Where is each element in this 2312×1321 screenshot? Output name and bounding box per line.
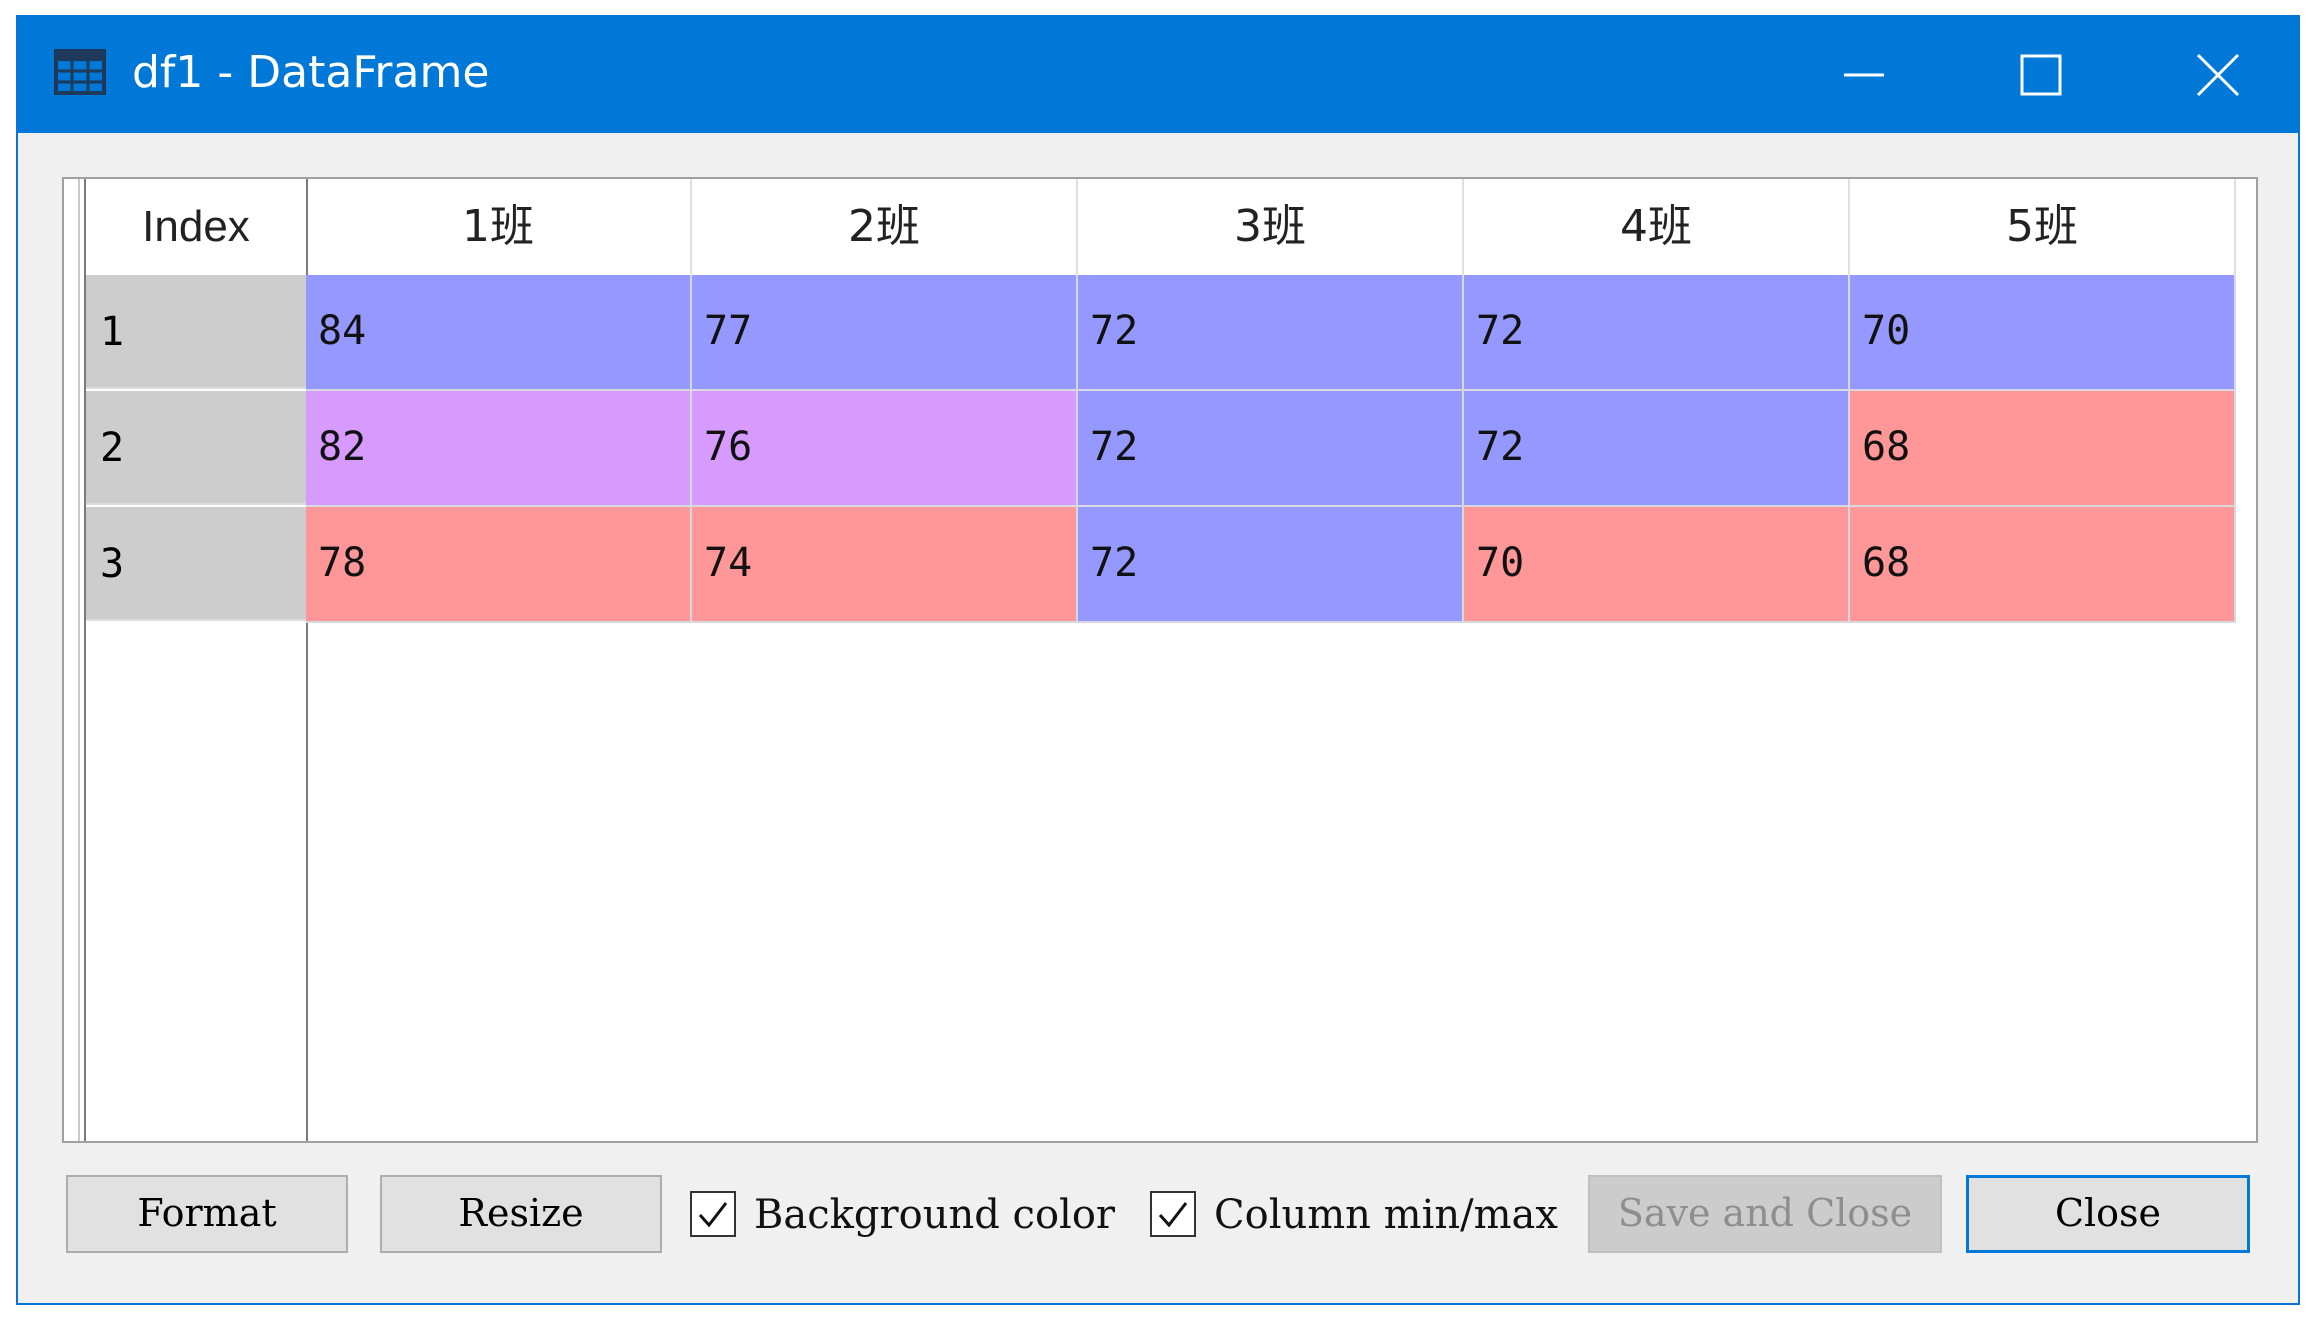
table-cell[interactable]: 82 [306,391,692,507]
window-title: df1 - DataFrame [132,47,490,98]
maximize-button[interactable] [1990,31,2090,119]
table-cell[interactable]: 84 [306,275,692,391]
minimize-icon [1844,73,1884,77]
index-column: Index 1 2 3 [84,179,308,1141]
column-minmax-checkbox[interactable]: Column min/max [1150,1185,1560,1245]
index-cell[interactable]: 2 [86,391,306,505]
table-cell[interactable]: 72 [1464,391,1850,507]
minimize-button[interactable] [1814,31,1914,119]
table-gutter [64,179,80,1141]
checkbox-box[interactable] [690,1191,736,1237]
column-header[interactable]: 5班 [1850,179,2236,275]
title-bar[interactable]: df1 - DataFrame [18,17,2298,133]
dataframe-window: df1 - DataFrame Index 1 2 3 1班 2班 3班 4班 … [16,15,2300,1305]
column-header[interactable]: 2班 [692,179,1078,275]
table-cell[interactable]: 74 [692,507,1078,623]
close-window-button[interactable] [2168,31,2268,119]
background-color-checkbox[interactable]: Background color [690,1185,1142,1245]
table-cell[interactable]: 72 [1078,275,1464,391]
background-color-label: Background color [754,1192,1116,1238]
dataframe-table[interactable]: Index 1 2 3 1班 2班 3班 4班 5班 84 77 72 72 7… [62,177,2258,1143]
checkmark-icon [1158,1202,1188,1228]
table-cell[interactable]: 76 [692,391,1078,507]
index-header[interactable]: Index [86,179,306,275]
table-cell[interactable]: 72 [1464,275,1850,391]
table-cell[interactable]: 78 [306,507,692,623]
table-cell[interactable]: 68 [1850,507,2236,623]
close-button[interactable]: Close [1966,1175,2250,1253]
save-and-close-button[interactable]: Save and Close [1588,1175,1942,1253]
grid-icon [54,49,106,95]
close-icon [2196,53,2240,97]
table-cell[interactable]: 77 [692,275,1078,391]
column-header[interactable]: 4班 [1464,179,1850,275]
table-cell[interactable]: 70 [1850,275,2236,391]
resize-button[interactable]: Resize [380,1175,662,1253]
checkbox-box[interactable] [1150,1191,1196,1237]
table-cell[interactable]: 70 [1464,507,1850,623]
table-cell[interactable]: 72 [1078,391,1464,507]
column-header[interactable]: 3班 [1078,179,1464,275]
maximize-icon [2020,54,2062,96]
column-header[interactable]: 1班 [306,179,692,275]
index-cell[interactable]: 1 [86,275,306,389]
table-cell[interactable]: 72 [1078,507,1464,623]
table-cell[interactable]: 68 [1850,391,2236,507]
format-button[interactable]: Format [66,1175,348,1253]
index-cell[interactable]: 3 [86,507,306,621]
column-minmax-label: Column min/max [1214,1192,1558,1238]
checkmark-icon [698,1202,728,1228]
